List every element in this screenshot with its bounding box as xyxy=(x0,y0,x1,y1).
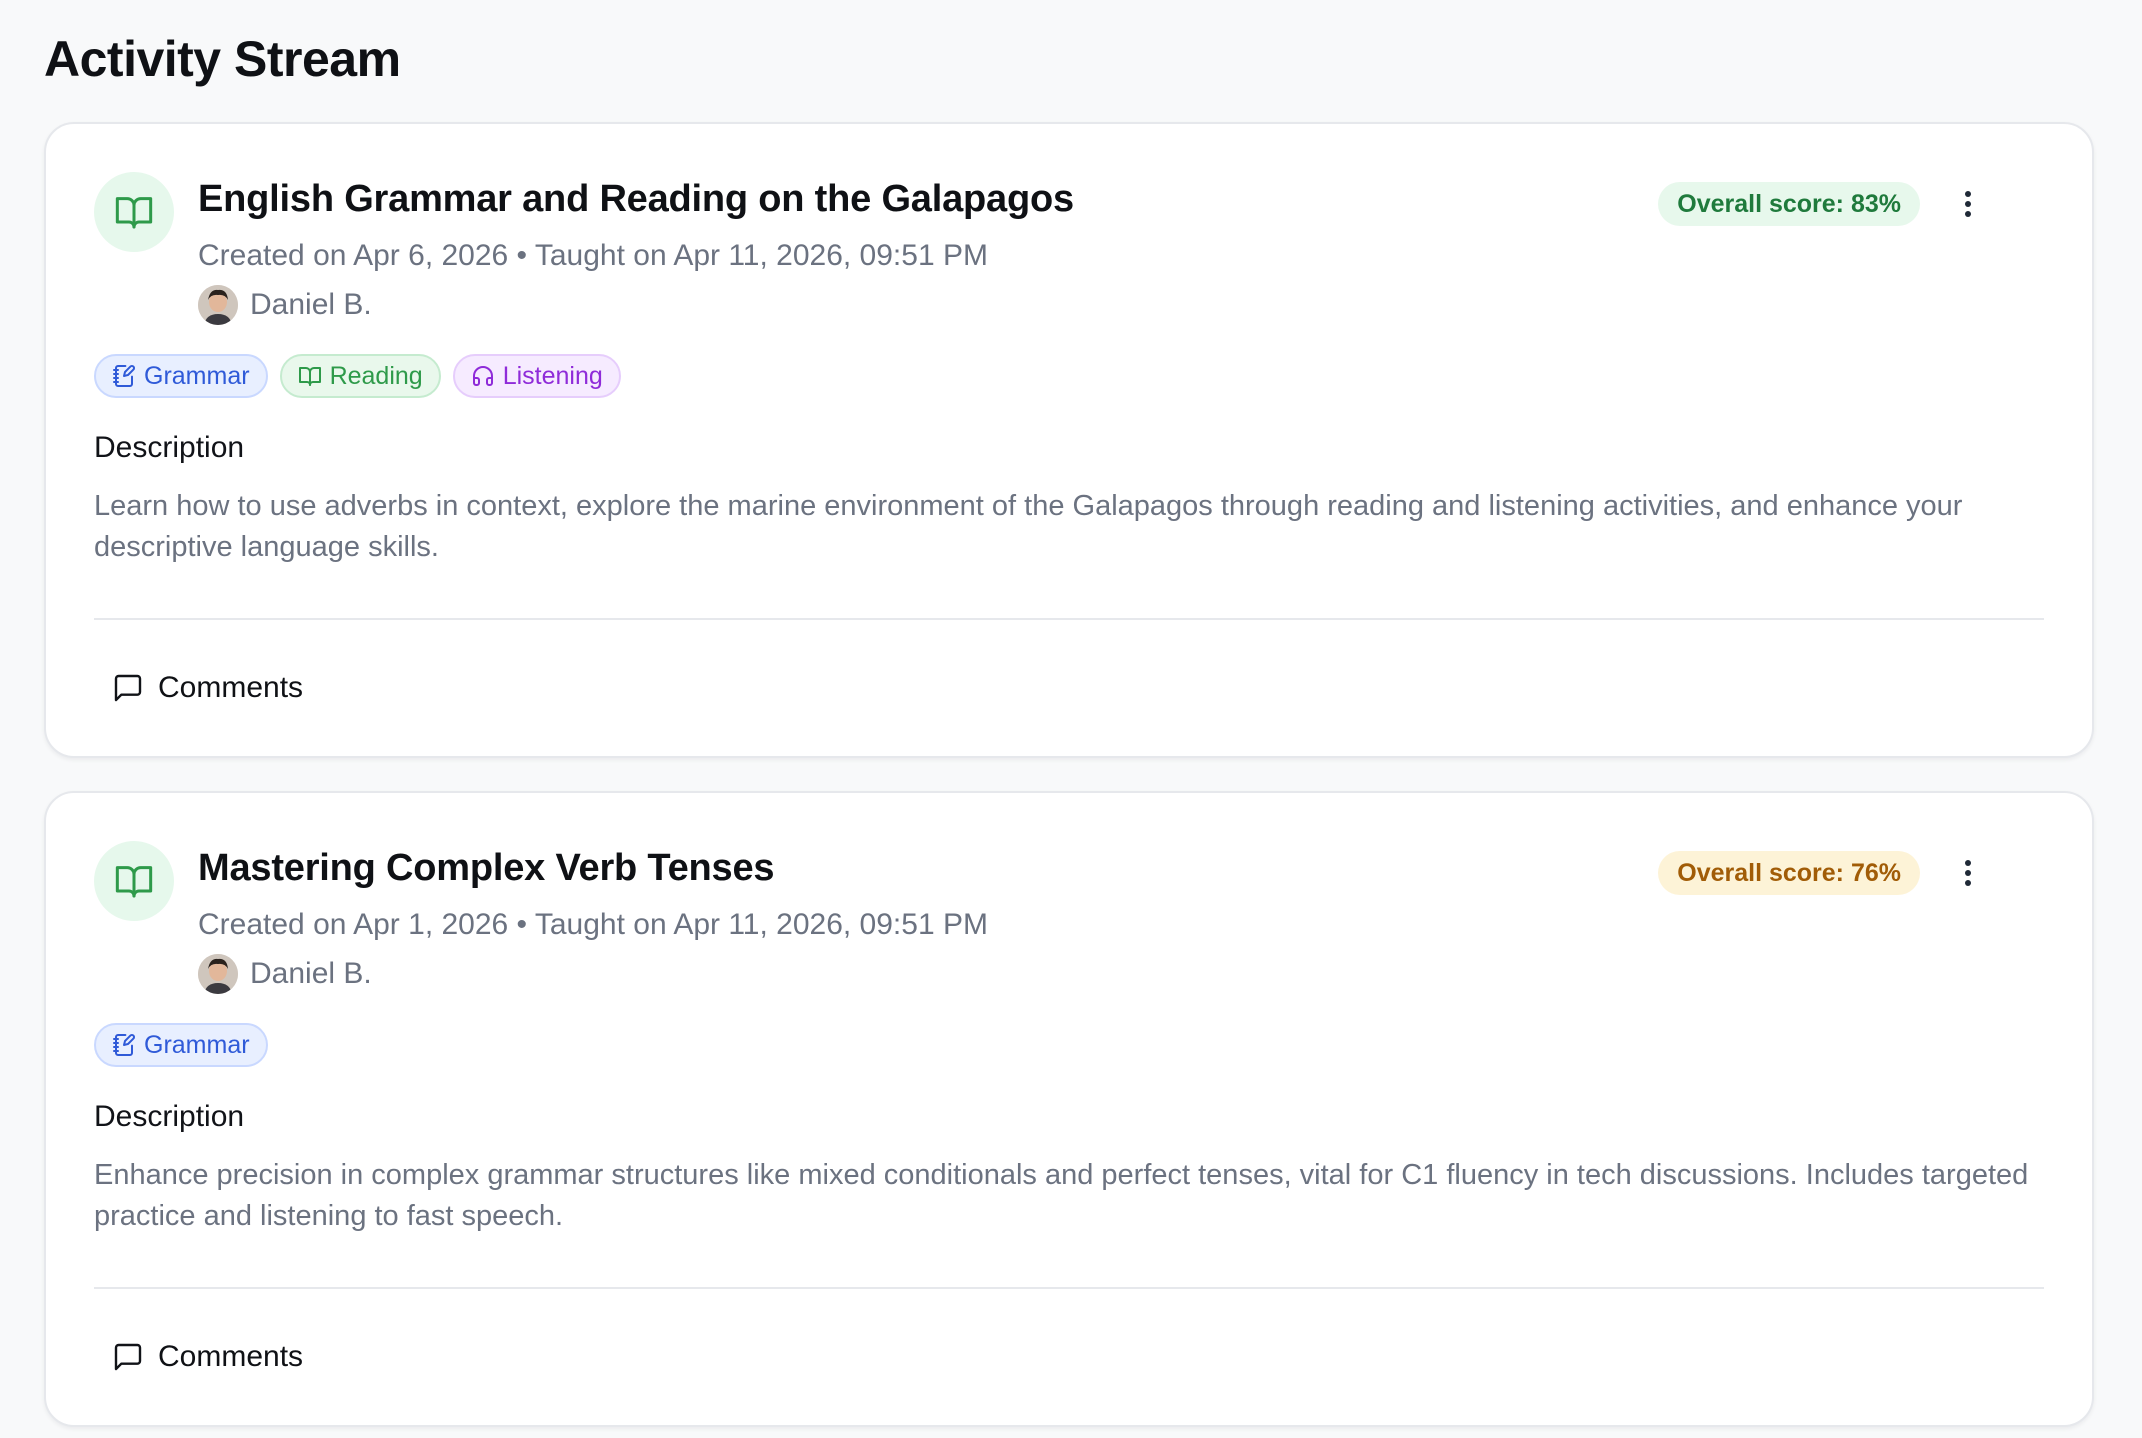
open-book-icon xyxy=(298,367,321,386)
page-title: Activity Stream xyxy=(44,31,401,87)
lesson-dates: Created on Apr 6, 2026 • Taught on Apr 1… xyxy=(198,239,988,272)
tag-label: Grammar xyxy=(144,361,250,390)
tag-label: Grammar xyxy=(144,1030,250,1059)
comments-button[interactable]: Comments xyxy=(112,671,303,705)
teacher-name: Daniel B. xyxy=(250,957,372,990)
lesson-title[interactable]: Mastering Complex Verb Tenses xyxy=(198,845,775,891)
lesson-card-header: Mastering Complex Verb Tenses Created on… xyxy=(94,793,2044,1013)
comments-label: Comments xyxy=(158,1340,304,1373)
tag-label: Listening xyxy=(502,361,603,390)
more-options-button[interactable] xyxy=(1948,853,1988,893)
comments-row: Comments xyxy=(94,1289,2044,1425)
description-text: Enhance precision in complex grammar str… xyxy=(94,1159,2029,1232)
more-options-button[interactable] xyxy=(1948,184,1988,224)
tag-grammar[interactable]: Grammar xyxy=(94,354,268,398)
lesson-card-header: English Grammar and Reading on the Galap… xyxy=(94,124,2044,344)
more-vertical-icon xyxy=(1965,191,1971,217)
more-vertical-icon xyxy=(1965,860,1971,886)
overall-score-badge: Overall score: 83% xyxy=(1658,182,1920,226)
comments-label: Comments xyxy=(158,671,304,704)
lesson-teacher: Daniel B. xyxy=(198,285,372,325)
overall-score-badge: Overall score: 76% xyxy=(1658,851,1920,895)
open-book-icon xyxy=(94,172,174,252)
edit-note-icon xyxy=(113,365,135,387)
teacher-name: Daniel B. xyxy=(250,288,372,321)
lesson-dates: Created on Apr 1, 2026 • Taught on Apr 1… xyxy=(198,908,988,941)
tag-label: Reading xyxy=(329,361,423,390)
tag-grammar[interactable]: Grammar xyxy=(94,1023,268,1067)
edit-note-icon xyxy=(113,1034,135,1056)
avatar xyxy=(198,285,238,325)
lesson-title[interactable]: English Grammar and Reading on the Galap… xyxy=(198,176,1074,222)
lesson-card: English Grammar and Reading on the Galap… xyxy=(44,122,2094,758)
description-text: Learn how to use adverbs in context, exp… xyxy=(94,490,1963,563)
comments-row: Comments xyxy=(94,620,2044,756)
skill-tags: Grammar xyxy=(94,1023,2044,1067)
lesson-teacher: Daniel B. xyxy=(198,954,372,994)
headphones-icon xyxy=(472,366,493,386)
description-label: Description xyxy=(94,1100,245,1133)
lesson-card: Mastering Complex Verb Tenses Created on… xyxy=(44,791,2094,1427)
comment-icon xyxy=(114,674,142,702)
description-label: Description xyxy=(94,431,245,464)
skill-tags: Grammar Reading Listening xyxy=(94,354,2044,398)
tag-listening[interactable]: Listening xyxy=(452,354,621,398)
comment-icon xyxy=(114,1343,142,1371)
comments-button[interactable]: Comments xyxy=(112,1340,303,1374)
tag-reading[interactable]: Reading xyxy=(279,354,441,398)
avatar xyxy=(198,954,238,994)
open-book-icon xyxy=(94,841,174,921)
activity-stream-page: Activity Stream English Grammar and Read… xyxy=(0,0,2142,1427)
